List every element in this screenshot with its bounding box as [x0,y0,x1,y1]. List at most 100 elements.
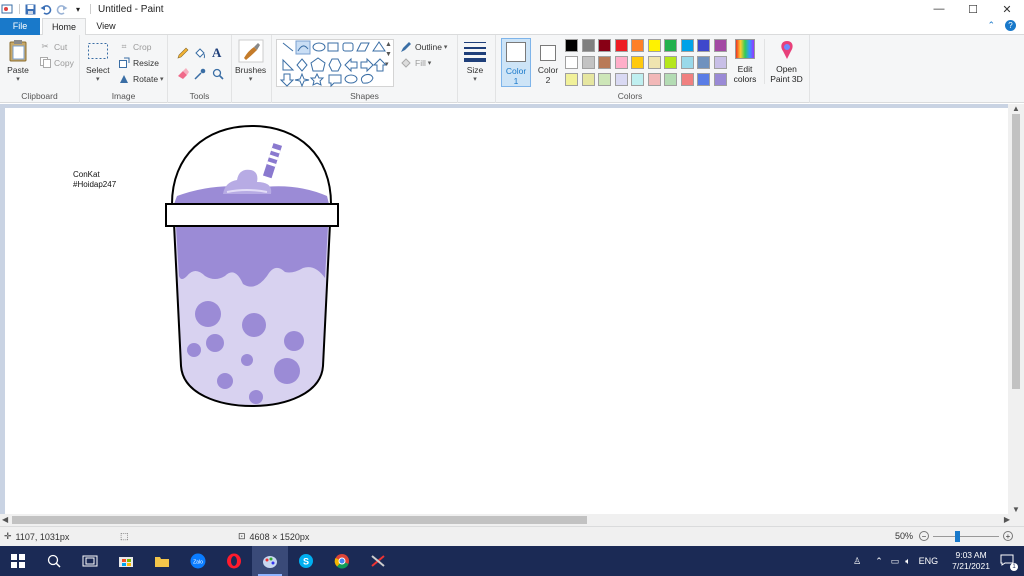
color-swatch[interactable] [647,39,661,52]
horizontal-scroll-thumb[interactable] [12,516,587,524]
color-swatch[interactable] [598,39,611,52]
zoom-slider[interactable] [933,531,1000,542]
collapse-ribbon-icon[interactable]: ⌃ [987,20,995,31]
magnifier-tool[interactable] [212,67,227,80]
color-swatch[interactable] [565,56,578,69]
horizontal-scrollbar[interactable]: ◀ ▶ [0,514,1024,526]
color-swatch[interactable] [664,39,677,52]
zoom-slider-thumb[interactable] [955,531,961,542]
shapes-gallery[interactable] [276,39,394,88]
chrome-icon[interactable] [324,546,360,576]
zoom-in-icon[interactable]: + [1003,531,1014,541]
color-swatch[interactable] [631,73,644,86]
help-icon[interactable]: ? [1005,20,1016,31]
color-swatch[interactable] [697,39,710,52]
color-swatch[interactable] [631,39,644,52]
color-swatch[interactable] [647,73,661,86]
store-icon[interactable] [108,546,144,576]
action-center-icon[interactable]: 1 [1000,554,1018,571]
undo-icon[interactable] [39,2,53,16]
skype-icon[interactable]: S [288,546,324,576]
color-swatch[interactable] [614,39,628,52]
tab-view[interactable]: View [86,18,126,35]
color-swatch[interactable] [598,73,611,86]
color-swatch[interactable] [565,39,578,52]
paste-button[interactable]: Paste ▾ [7,39,29,83]
close-button[interactable]: ✕ [990,0,1024,18]
color-swatch[interactable] [631,56,644,69]
color-swatch[interactable] [680,73,694,86]
scroll-left-icon[interactable]: ◀ [2,515,8,524]
scroll-right-icon[interactable]: ▶ [1004,515,1010,524]
color-swatch[interactable] [581,56,595,69]
open-paint3d-button[interactable]: Open Paint 3D [764,39,808,84]
color-swatch[interactable] [614,56,628,69]
color-swatch[interactable] [664,73,677,86]
minimize-button[interactable]: — [922,0,956,18]
text-tool[interactable]: A [212,45,221,60]
outline-button[interactable]: Outline ▾ [400,40,447,53]
color-swatch[interactable] [697,56,710,69]
volume-icon[interactable]: 🔈︎ [905,556,910,567]
paint-app-icon[interactable] [0,2,14,16]
redo-icon[interactable] [55,2,69,16]
color-swatch[interactable] [598,56,611,69]
color-picker-tool[interactable] [194,67,209,80]
tab-file[interactable]: File [0,18,40,35]
rotate-button[interactable]: Rotate ▾ [118,72,164,85]
pencil-tool[interactable] [177,46,192,59]
clock[interactable]: 9:03 AM 7/21/2021 [952,550,990,572]
language-indicator[interactable]: ENG [919,556,939,566]
shapes-scroll-icon[interactable]: ▲ ▼ ▾ [385,40,392,70]
crop-button[interactable]: ⌗ Crop [118,40,152,53]
snipping-tool-icon[interactable] [360,546,396,576]
color-swatch[interactable] [680,56,694,69]
zalo-icon[interactable]: Zalo [180,546,216,576]
fill-button[interactable]: Fill ▾ [400,56,431,69]
maximize-button[interactable]: ☐ [956,0,990,18]
search-icon[interactable] [36,546,72,576]
line-thickness-icon [464,39,486,63]
edit-colors-button[interactable]: Edit colors [732,39,758,84]
color-swatch[interactable] [614,73,628,86]
people-icon[interactable]: ♙ [853,556,861,567]
windows-start-icon[interactable] [0,546,36,576]
battery-icon[interactable]: ▭ [891,556,900,567]
brushes-button[interactable]: Brushes ▾ [235,39,266,83]
cut-button[interactable]: ✂ Cut [39,40,67,53]
color-swatch[interactable] [713,73,727,86]
color-swatch[interactable] [664,56,677,69]
resize-button[interactable]: Resize [118,56,159,69]
drawing-canvas[interactable]: ConKat #Hoidap247 [5,108,1008,514]
color1-button[interactable]: Color 1 [501,38,531,87]
select-button[interactable]: Select ▾ [86,39,110,83]
tab-home[interactable]: Home [42,18,86,36]
color-swatch[interactable] [581,39,595,52]
color-swatch[interactable] [581,73,595,86]
opera-icon[interactable] [216,546,252,576]
resize-label: Resize [133,57,159,68]
scroll-up-icon[interactable]: ▲ [1012,104,1020,113]
color-swatch[interactable] [565,73,578,86]
color-swatch[interactable] [647,56,661,69]
paint-taskbar-icon[interactable] [252,546,288,576]
color2-button[interactable]: Color 2 [534,38,562,87]
vertical-scrollbar[interactable]: ▲ ▼ [1008,104,1024,514]
eraser-tool[interactable] [177,67,192,80]
task-view-icon[interactable] [72,546,108,576]
show-hidden-icons-icon[interactable]: ⌃ [875,556,883,567]
size-button[interactable]: Size ▾ [464,39,486,83]
copy-button[interactable]: Copy [39,56,74,69]
color-swatch[interactable] [697,73,710,86]
scroll-down-icon[interactable]: ▼ [1012,505,1020,514]
customize-quick-access-icon[interactable]: ▾ [71,2,85,16]
color-swatch[interactable] [713,56,727,69]
brushes-group: Brushes ▾ [232,35,272,103]
color-swatch[interactable] [713,39,727,52]
fill-tool[interactable] [194,46,209,59]
save-icon[interactable] [23,2,37,16]
vertical-scroll-thumb[interactable] [1012,114,1020,389]
zoom-out-icon[interactable]: − [919,531,930,541]
color-swatch[interactable] [680,39,694,52]
file-explorer-icon[interactable] [144,546,180,576]
